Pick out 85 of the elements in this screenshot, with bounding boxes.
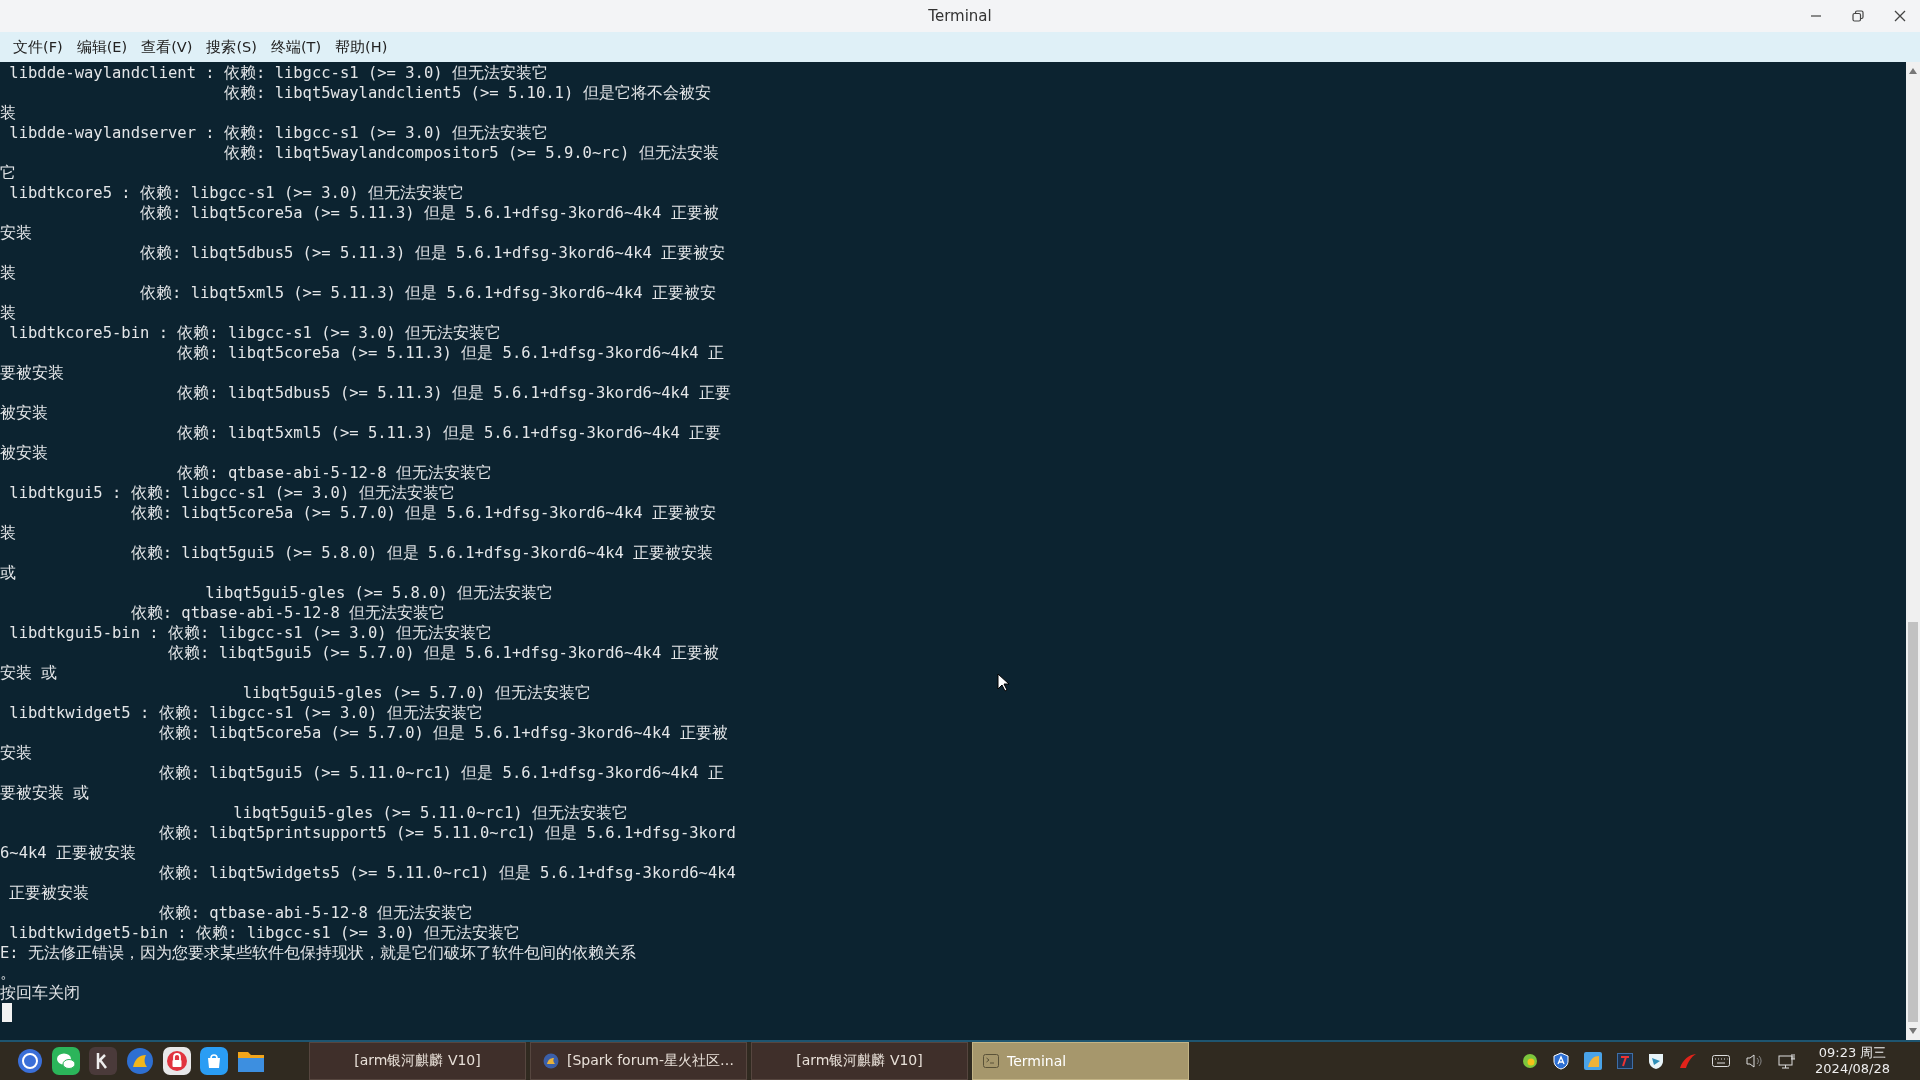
terminal-line: libdtkcore5-bin : 依赖: libgcc-s1 (>= 3.0) 但无法安装它 [8, 323, 502, 343]
terminal-line: libqt5gui5-gles (>= 5.11.0~rc1) 但无法安装它 [232, 803, 628, 823]
taskbar-button[interactable]: [Spark forum-星火社区… [530, 1042, 747, 1080]
app-tile-icon[interactable] [1584, 1052, 1603, 1070]
scrollbar[interactable] [1906, 62, 1920, 1040]
terminal-line: 6~4k4 正要被安装 [0, 843, 136, 863]
menu-item[interactable]: 编辑(E) [69, 34, 135, 60]
terminal-line: 依赖: libqt5gui5 (>= 5.8.0) 但是 5.6.1+dfsg-3kord6~4k4 正要被安装 [129, 543, 714, 563]
terminal-icon [983, 1054, 999, 1068]
terminal-line: 或 [0, 563, 16, 583]
window-title: Terminal [928, 7, 992, 25]
terminal-line: 按回车关闭 [0, 983, 80, 1003]
chat-icon[interactable] [52, 1047, 80, 1075]
terminal-line: libdtkgui5-bin : 依赖: libgcc-s1 (>= 3.0) 但无法安装它 [8, 623, 492, 643]
terminal-line: 安装 或 [0, 663, 58, 683]
terminal-line: 依赖: libqt5dbus5 (>= 5.11.3) 但是 5.6.1+dfsg-3kord6~4k4 正要被安 [138, 243, 726, 263]
lock-icon[interactable] [163, 1047, 191, 1075]
shield-icon[interactable] [1553, 1052, 1570, 1070]
round-app-icon[interactable] [1522, 1053, 1539, 1069]
round-app-icon [543, 1053, 559, 1069]
round-app-icon[interactable] [17, 1048, 43, 1074]
terminal-line: 装 [0, 263, 16, 283]
shield-icon[interactable] [1648, 1052, 1665, 1070]
terminal-line: 要被安装 [0, 363, 64, 383]
terminal-line: 依赖: libqt5waylandcompositor5 (>= 5.9.0~rc) 但无法安装 [222, 143, 719, 163]
terminal-line: 要被安装 或 [0, 783, 90, 803]
terminal-line: 依赖: libqt5dbus5 (>= 5.11.3) 但是 5.6.1+dfsg-3kord6~4k4 正要 [176, 383, 731, 403]
terminal-line: 它 [0, 163, 16, 183]
terminal-line: libdde-waylandclient : 依赖: libgcc-s1 (>= 3.0) 但无法安装它 [8, 63, 548, 83]
scroll-down-icon[interactable] [1909, 1028, 1917, 1034]
terminal-line: libqt5gui5-gles (>= 5.8.0) 但无法安装它 [204, 583, 554, 603]
terminal-line: libdtkgui5 : 依赖: libgcc-s1 (>= 3.0) 但无法安装它 [8, 483, 455, 503]
scroll-up-icon[interactable] [1909, 68, 1917, 74]
terminal-line: 依赖: libqt5core5a (>= 5.11.3) 但是 5.6.1+dfsg-3kord6~4k4 正 [176, 343, 724, 363]
clock[interactable]: 09:23 周三 2024/08/28 [1815, 1045, 1890, 1077]
menu-item[interactable]: 帮助(H) [328, 34, 395, 60]
text-cursor [2, 1003, 12, 1022]
terminal-line: 被安装 [0, 403, 48, 423]
keyboard-icon[interactable] [1712, 1055, 1731, 1067]
terminal-line: libdtkcore5 : 依赖: libgcc-s1 (>= 3.0) 但无法安装它 [8, 183, 464, 203]
terminal-line: 依赖: libqt5widgets5 (>= 5.11.0~rc1) 但是 5.6.1+dfsg-3kord6~4k4 [157, 863, 736, 883]
terminal-line: 依赖: libqt5printsupport5 (>= 5.11.0~rc1) 但是 5.6.1+dfsg-3kord [157, 823, 736, 843]
terminal-line: 依赖: libqt5waylandclient5 (>= 5.10.1) 但是它将不会被安 [222, 83, 711, 103]
terminal-line: 被安装 [0, 443, 48, 463]
terminal-line: E: 无法修正错误，因为您要求某些软件包保持现状，就是它们破坏了软件包间的依赖关系 [0, 943, 636, 963]
terminal-line: 依赖: libqt5xml5 (>= 5.11.3) 但是 5.6.1+dfsg-3kord6~4k4 正要 [176, 423, 722, 443]
terminal-line: 装 [0, 103, 16, 123]
taskbar-button[interactable]: [arm银河麒麟 V10] [751, 1042, 968, 1080]
speaker-icon[interactable] [1745, 1053, 1764, 1069]
menu-item[interactable]: 搜索(S) [199, 34, 264, 60]
app-tile-icon[interactable] [89, 1047, 117, 1075]
terminal-line: libdtkwidget5-bin : 依赖: libgcc-s1 (>= 3.0) 但无法安装它 [8, 923, 520, 943]
network-icon[interactable] [1778, 1053, 1797, 1069]
terminal-line: 依赖: qtbase-abi-5-12-8 但无法安装它 [157, 903, 474, 923]
terminal-line: 依赖: qtbase-abi-5-12-8 但无法安装它 [129, 603, 446, 623]
mouse-pointer-icon [997, 673, 1009, 692]
menu-item[interactable]: 终端(T) [263, 34, 329, 60]
terminal-line: 安装 [0, 743, 32, 763]
clock-time: 09:23 周三 [1818, 1045, 1887, 1061]
terminal-line: 正要被安装 [8, 883, 90, 903]
taskbar-button[interactable]: [arm银河麒麟 V10] [309, 1042, 526, 1080]
terminal-line: 依赖: qtbase-abi-5-12-8 但无法安装它 [176, 463, 492, 483]
terminal-line: 装 [0, 523, 16, 543]
clock-date: 2024/08/28 [1815, 1061, 1890, 1077]
shopping-bag-icon[interactable] [200, 1047, 228, 1075]
app-tile-icon[interactable] [1617, 1053, 1634, 1069]
round-app-icon[interactable] [126, 1047, 154, 1075]
terminal-line: 依赖: libqt5gui5 (>= 5.7.0) 但是 5.6.1+dfsg-3kord6~4k4 正要被 [166, 643, 719, 663]
scrollbar-thumb[interactable] [1908, 622, 1918, 1022]
terminal-line: 依赖: libqt5xml5 (>= 5.11.3) 但是 5.6.1+dfsg-3kord6~4k4 正要被安 [138, 283, 716, 303]
terminal-line: libqt5gui5-gles (>= 5.7.0) 但无法安装它 [241, 683, 591, 703]
close-icon[interactable] [1894, 10, 1906, 22]
terminal-line: 依赖: libqt5gui5 (>= 5.11.0~rc1) 但是 5.6.1+dfsg-3kord6~4k4 正 [157, 763, 724, 783]
terminal-line: 安装 [0, 223, 32, 243]
terminal-line: 装 [0, 303, 16, 323]
terminal-line: 依赖: libqt5core5a (>= 5.7.0) 但是 5.6.1+dfsg-3kord6~4k4 正要被 [157, 723, 728, 743]
terminal-line: libdde-waylandserver : 依赖: libgcc-s1 (>= 3.0) 但无法安装它 [8, 123, 548, 143]
terminal-line: 。 [0, 963, 16, 983]
terminal-line: 依赖: libqt5core5a (>= 5.7.0) 但是 5.6.1+dfsg-3kord6~4k4 正要被安 [129, 503, 716, 523]
restore-icon[interactable] [1852, 10, 1864, 22]
terminal-line: 依赖: libqt5core5a (>= 5.11.3) 但是 5.6.1+dfsg-3kord6~4k4 正要被 [138, 203, 719, 223]
menu-item[interactable]: 查看(V) [134, 34, 200, 60]
swoosh-icon[interactable] [1679, 1053, 1698, 1069]
menu-item[interactable]: 文件(F) [6, 34, 70, 60]
terminal-line: libdtkwidget5 : 依赖: libgcc-s1 (>= 3.0) 但无法安装它 [8, 703, 483, 723]
